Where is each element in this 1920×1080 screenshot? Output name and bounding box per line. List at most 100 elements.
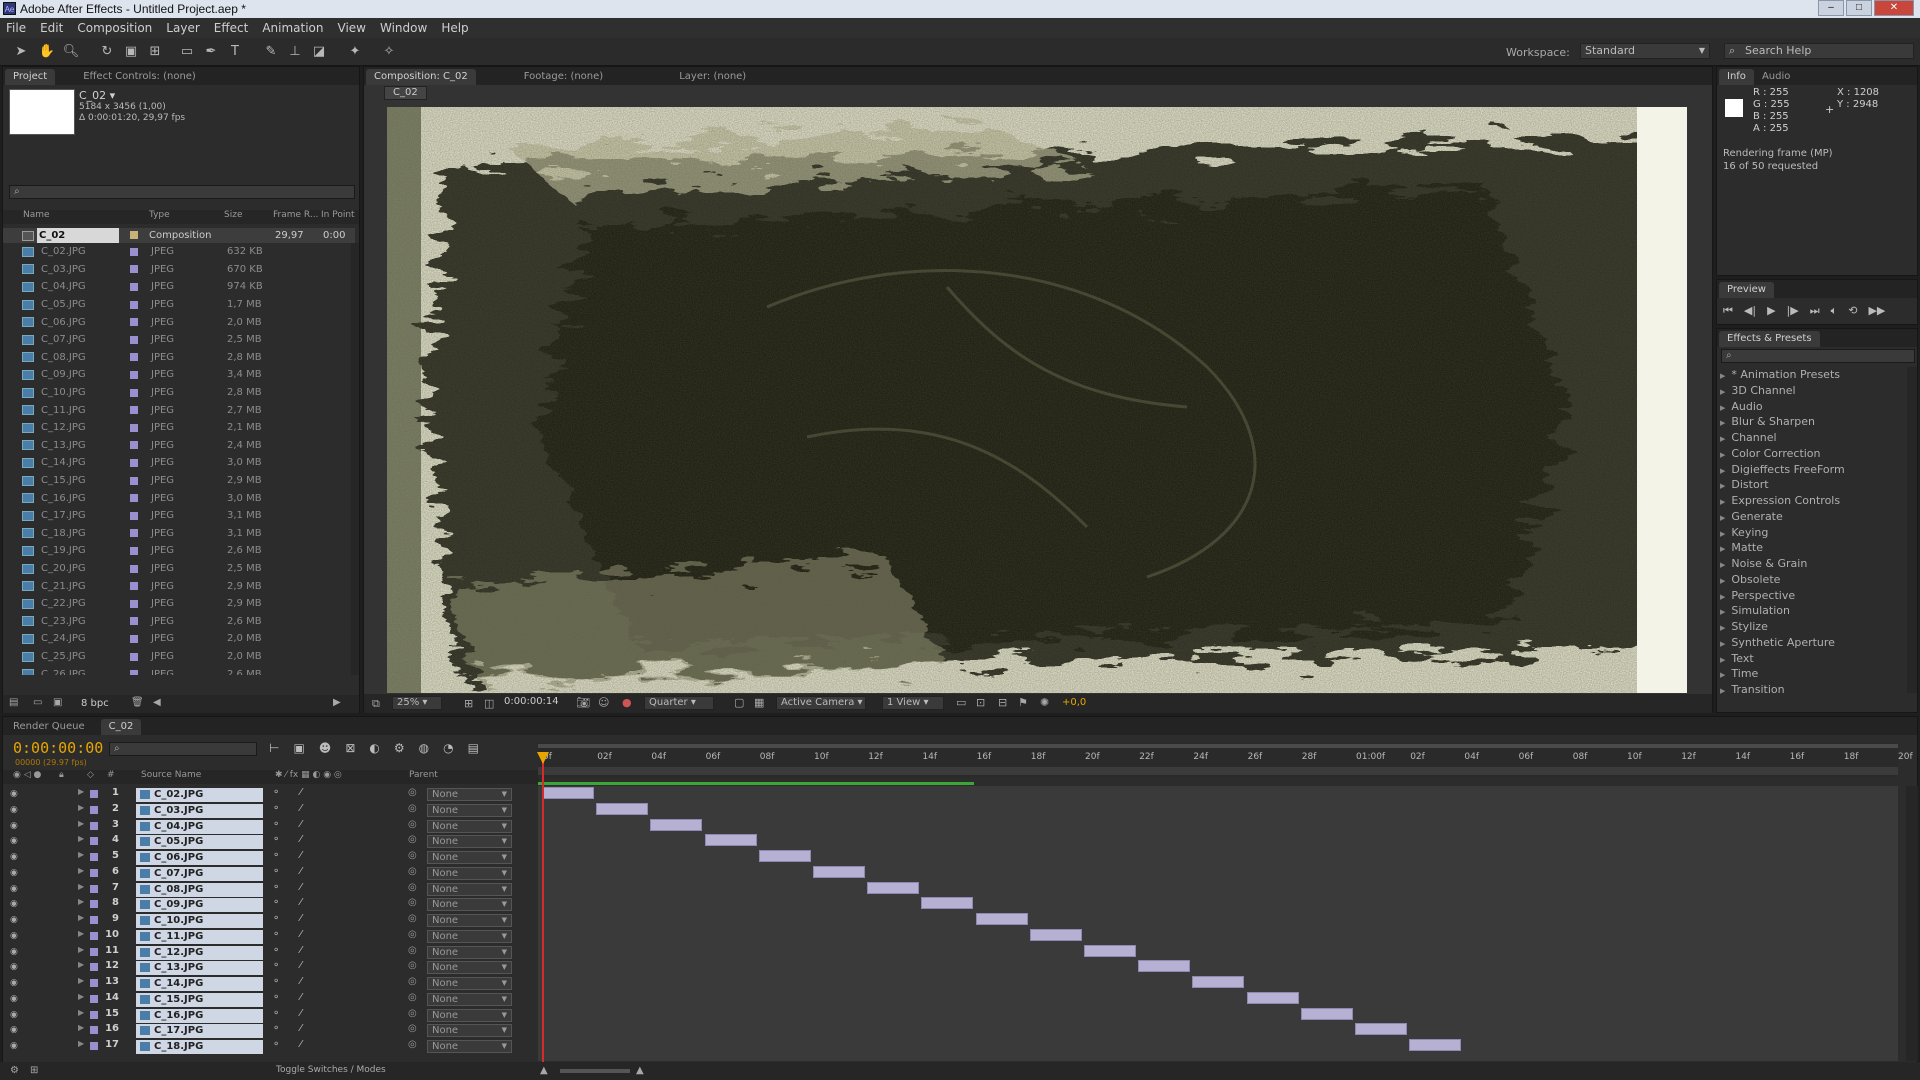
list-item[interactable]: C_04.JPG JPEG 974 KB	[3, 278, 359, 296]
parent-select[interactable]: None	[427, 788, 512, 801]
selection-tool-icon[interactable]: ➤	[12, 43, 30, 61]
audio-icon[interactable]: 🔈︎	[1831, 304, 1838, 318]
label-color-swatch[interactable]	[130, 406, 138, 415]
label-color-swatch[interactable]	[130, 423, 138, 432]
menu-file[interactable]: File	[6, 21, 26, 35]
disclosure-triangle-icon[interactable]: ▶	[1720, 656, 1725, 664]
quality-switch-icon[interactable]: ⁄	[300, 850, 302, 861]
layer-row[interactable]: ◉ ▶ 3 C_04.JPG ⚬ ⁄ ◎ None	[0, 819, 540, 835]
snapshot-icon[interactable]: 📷︎	[576, 696, 590, 709]
zoom-tool-icon[interactable]: 🔍︎	[62, 43, 80, 61]
layer-duration-bar[interactable]	[1246, 991, 1299, 1004]
effects-category[interactable]: ▶ Synthetic Aperture	[1720, 635, 1835, 651]
new-comp-icon[interactable]: ▣	[53, 697, 62, 708]
puppet-tool-icon[interactable]: ✧	[380, 43, 398, 61]
layer-source-name[interactable]: C_07.JPG	[136, 866, 263, 881]
effects-category[interactable]: ▶ 3D Channel	[1720, 383, 1796, 399]
layer-source-name[interactable]: C_05.JPG	[136, 835, 263, 850]
parent-select[interactable]: None	[427, 851, 512, 864]
scroll-right-icon[interactable]: ▶	[333, 697, 341, 708]
list-item[interactable]: C_02.JPG JPEG 632 KB	[3, 243, 359, 261]
layer-duration-bar[interactable]	[1300, 1007, 1353, 1020]
parent-select[interactable]: None	[427, 914, 512, 927]
col-parent[interactable]: Parent	[409, 770, 438, 780]
next-frame-icon[interactable]: |▶	[1787, 304, 1799, 318]
effects-category[interactable]: ▶ Audio	[1720, 399, 1763, 415]
eye-icon[interactable]: ◉	[10, 1042, 19, 1051]
label-color-swatch[interactable]	[130, 388, 138, 397]
parent-select[interactable]: None	[427, 898, 512, 912]
channel-icon[interactable]: ●	[622, 696, 632, 709]
label-color-swatch[interactable]	[130, 529, 138, 538]
shy-switch-icon[interactable]: ⚬	[272, 992, 280, 1003]
list-item[interactable]: C_10.JPG JPEG 2,8 MB	[3, 384, 359, 402]
eye-icon[interactable]: ◉	[10, 837, 19, 846]
layer-source-name[interactable]: C_08.JPG	[136, 882, 263, 897]
timeline-scrollbar[interactable]	[1906, 786, 1918, 1061]
label-color-swatch[interactable]	[90, 994, 98, 1003]
disclosure-triangle-icon[interactable]: ▶	[1720, 640, 1725, 648]
region-of-interest-icon[interactable]: ▢	[734, 696, 744, 709]
views-select[interactable]: 1 View ▾	[882, 696, 944, 710]
comp-name-label[interactable]: C_02 ▾	[79, 89, 115, 102]
quality-switch-icon[interactable]: ⁄	[300, 819, 302, 830]
layer-source-name[interactable]: C_14.JPG	[136, 977, 263, 991]
shy-switch-icon[interactable]: ⚬	[272, 1039, 280, 1050]
label-color-swatch[interactable]	[130, 634, 138, 643]
layer-row[interactable]: ◉ ▶ 1 C_02.JPG ⚬ ⁄ ◎ None	[0, 787, 540, 803]
expand-triangle-icon[interactable]: ▶	[78, 913, 84, 922]
list-item[interactable]: C_21.JPG JPEG 2,9 MB	[3, 577, 359, 595]
layer-duration-bar[interactable]	[704, 834, 757, 847]
graph-icon[interactable]: ▤	[468, 741, 479, 755]
tab-effect-controls[interactable]: Effect Controls: (none)	[75, 69, 204, 85]
disclosure-triangle-icon[interactable]: ▶	[1720, 561, 1725, 569]
effects-category[interactable]: ▶ Text	[1720, 651, 1754, 667]
tab-project[interactable]: Project	[5, 69, 56, 85]
zoom-slider[interactable]	[560, 1069, 630, 1073]
expand-triangle-icon[interactable]: ▶	[78, 945, 84, 954]
layer-source-name[interactable]: C_12.JPG	[136, 945, 263, 960]
eye-icon[interactable]: ◉	[10, 1010, 19, 1020]
label-color-swatch[interactable]	[90, 821, 98, 830]
layer-row[interactable]: ◉ ▶ 8 C_09.JPG ⚬ ⁄ ◎ None	[0, 897, 540, 913]
pick-whip-icon[interactable]: ◎	[408, 850, 417, 861]
layer-duration-bar[interactable]	[758, 850, 811, 862]
interpret-footage-icon[interactable]: ▤	[9, 697, 18, 708]
pick-whip-icon[interactable]: ◎	[408, 913, 417, 924]
label-color-swatch[interactable]	[130, 370, 138, 379]
shy-switch-icon[interactable]: ⚬	[272, 819, 280, 830]
comp-subtab[interactable]: C_02	[384, 86, 427, 100]
maximize-button[interactable]: □	[1846, 0, 1872, 16]
toggle-pixel-aspect-icon[interactable]: ▭	[956, 696, 966, 709]
shy-switch-icon[interactable]: ⚬	[272, 787, 280, 798]
layer-row[interactable]: ◉ ▶ 16 C_17.JPG ⚬ ⁄ ◎ None	[0, 1023, 540, 1039]
label-color-swatch[interactable]	[90, 837, 98, 846]
quality-switch-icon[interactable]: ⁄	[300, 1008, 302, 1019]
playhead-line[interactable]	[542, 752, 544, 1062]
layer-source-name[interactable]: C_15.JPG	[136, 992, 263, 1007]
parent-select[interactable]: None	[427, 819, 512, 833]
disclosure-triangle-icon[interactable]: ▶	[1720, 372, 1725, 380]
comp-timecode[interactable]: 0:00:00:14	[504, 696, 559, 707]
pick-whip-icon[interactable]: ◎	[408, 929, 417, 940]
list-item[interactable]: C_05.JPG JPEG 1,7 MB	[3, 296, 359, 314]
disclosure-triangle-icon[interactable]: ▶	[1720, 530, 1725, 538]
parent-select[interactable]: None	[427, 961, 512, 975]
quality-switch-icon[interactable]: ⁄	[300, 866, 302, 877]
label-color-swatch[interactable]	[130, 617, 138, 626]
menu-edit[interactable]: Edit	[40, 21, 63, 35]
layer-duration-bar[interactable]	[1355, 1023, 1407, 1036]
layer-source-name[interactable]: C_18.JPG	[136, 1040, 263, 1054]
list-item[interactable]: C_09.JPG JPEG 3,4 MB	[3, 366, 359, 384]
quality-switch-icon[interactable]: ⁄	[300, 976, 302, 987]
layer-source-name[interactable]: C_13.JPG	[136, 961, 263, 976]
layer-row[interactable]: ◉ ▶ 15 C_16.JPG ⚬ ⁄ ◎ None	[0, 1008, 540, 1024]
list-item[interactable]: C_13.JPG JPEG 2,4 MB	[3, 437, 359, 455]
list-item[interactable]: C_24.JPG JPEG 2,0 MB	[3, 630, 359, 648]
expand-triangle-icon[interactable]: ▶	[78, 787, 84, 796]
effects-category[interactable]: ▶ * Animation Presets	[1720, 367, 1840, 383]
tab-layer[interactable]: Layer: (none)	[671, 69, 754, 85]
disclosure-triangle-icon[interactable]: ▶	[1720, 687, 1725, 695]
pick-whip-icon[interactable]: ◎	[408, 803, 417, 814]
eye-icon[interactable]: ◉	[10, 947, 19, 957]
